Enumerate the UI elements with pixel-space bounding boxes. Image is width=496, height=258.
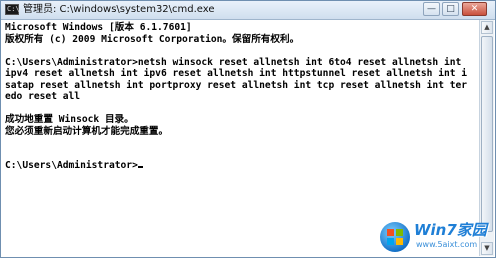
console-line: 成功地重置 Winsock 目录。 xyxy=(5,114,134,125)
console-output: Microsoft Windows [版本 6.1.7601] 版权所有 (c)… xyxy=(5,22,467,172)
console-line: 您必须重新启动计算机才能完成重置。 xyxy=(5,125,169,137)
console-line: satap reset allnetsh int portproxy reset… xyxy=(5,79,468,91)
console-line: Microsoft Windows [版本 6.1.7601] xyxy=(5,22,192,33)
maximize-button[interactable]: □ xyxy=(442,2,459,16)
watermark-brand: Win7家园 xyxy=(414,221,487,239)
windows-logo-icon xyxy=(380,222,410,252)
watermark-url: www.5aixt.com xyxy=(416,240,478,249)
scrollbar-thumb[interactable] xyxy=(481,36,493,232)
watermark: Win7家园 www.5aixt.com xyxy=(380,218,492,256)
title-bar[interactable]: C:\ 管理员: C:\windows\system32\cmd.exe — □… xyxy=(1,1,495,20)
console-line: ipv4 reset allnetsh int ipv6 reset allne… xyxy=(5,68,468,79)
scroll-up-arrow-icon[interactable]: ▲ xyxy=(481,21,493,34)
minimize-button[interactable]: — xyxy=(423,2,440,16)
text-cursor xyxy=(137,166,143,168)
close-button[interactable]: ✕ xyxy=(462,2,487,16)
prompt-line: C:\Users\Administrator> xyxy=(5,160,138,171)
cmd-icon[interactable]: C:\ xyxy=(5,4,20,15)
window-title: 管理员: C:\windows\system32\cmd.exe xyxy=(23,4,215,15)
console-line: edo reset all xyxy=(5,91,81,102)
console-line: 版权所有 (c) 2009 Microsoft Corporation。保留所有… xyxy=(5,33,300,45)
console-line: C:\Users\Administrator>netsh winsock res… xyxy=(5,56,462,68)
